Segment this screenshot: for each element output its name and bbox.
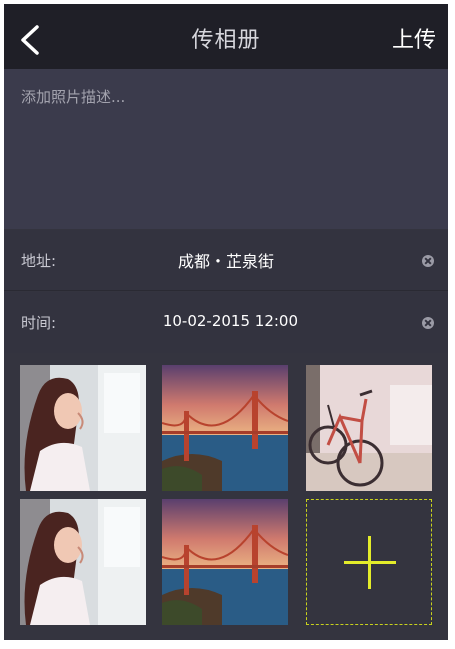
- photo-thumbnail-bicycle[interactable]: [306, 365, 432, 491]
- upload-button[interactable]: 上传: [392, 22, 436, 54]
- clear-icon[interactable]: [422, 255, 434, 267]
- photo-thumbnail-woman[interactable]: [20, 499, 146, 625]
- photo-thumbnail-bridge[interactable]: [162, 499, 288, 625]
- description-placeholder: 添加照片描述...: [21, 88, 126, 106]
- clear-icon[interactable]: [422, 317, 434, 329]
- time-row[interactable]: 时间: 10-02-2015 12:00: [4, 292, 448, 353]
- top-bar: 传相册 上传: [4, 4, 448, 69]
- photo-grid: [4, 356, 448, 640]
- add-photo-button[interactable]: [306, 499, 432, 625]
- photo-thumbnail-bridge[interactable]: [162, 365, 288, 491]
- photo-thumbnail-woman[interactable]: [20, 365, 146, 491]
- address-row[interactable]: 地址: 成都・芷泉街: [4, 230, 448, 291]
- divider: [4, 290, 448, 291]
- address-value: 成都・芷泉街: [177, 252, 274, 271]
- time-value: 10-02-2015 12:00: [162, 312, 298, 330]
- upload-album-screen: 传相册 上传 添加照片描述... 地址: 成都・芷泉街 时间: 10-02-20…: [4, 4, 448, 640]
- address-label: 地址:: [21, 252, 57, 270]
- page-title: 传相册: [191, 28, 261, 53]
- description-input[interactable]: 添加照片描述...: [4, 69, 448, 229]
